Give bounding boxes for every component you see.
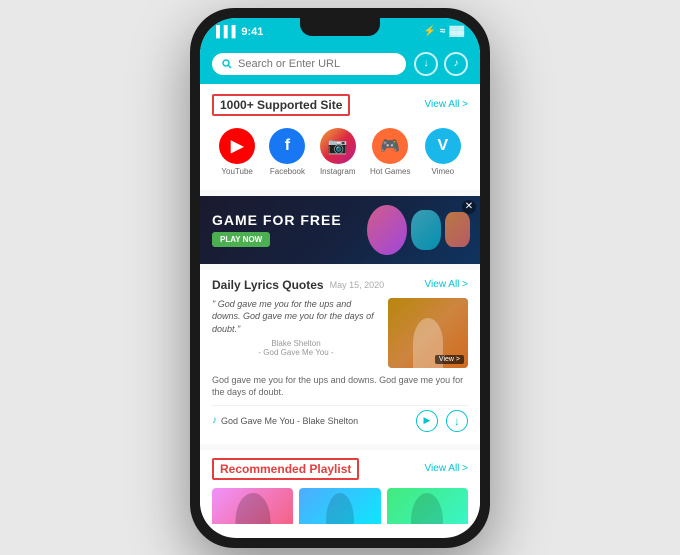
- phone-frame: ▌▌▌ 9:41 • • • ⚡ ≈ ▓▓ ↓ ♪: [190, 8, 490, 548]
- playlist-grid: Classical Meditation Indie Yoga The Happ…: [212, 488, 468, 524]
- instagram-label: Instagram: [320, 167, 356, 176]
- youtube-label: YouTube: [221, 167, 252, 176]
- playlist-thumb-1: [212, 488, 293, 524]
- supported-view-all[interactable]: View All >: [425, 99, 468, 110]
- song-actions: ▶ ↓: [416, 410, 468, 432]
- deco-shape-2: [411, 210, 441, 250]
- signal-icon: ▌▌▌: [216, 26, 239, 38]
- lyrics-artist: Blake Shelton: [212, 339, 380, 348]
- lyrics-description: God gave me you for the ups and downs. G…: [212, 374, 468, 399]
- recommended-title: Recommended Playlist: [212, 458, 359, 480]
- instagram-icon: 📷: [320, 128, 356, 164]
- main-content: 1000+ Supported Site View All > ▶ YouTub…: [200, 84, 480, 524]
- site-item-hotgames[interactable]: 🎮 Hot Games: [370, 128, 410, 176]
- site-item-vimeo[interactable]: V Vimeo: [425, 128, 461, 176]
- playlist-thumb-2: [299, 488, 380, 524]
- lyrics-title-area: Daily Lyrics Quotes May 15, 2020: [212, 278, 384, 292]
- facebook-icon: f: [269, 128, 305, 164]
- system-icons: ⚡ ≈ ▓▓: [423, 26, 464, 37]
- youtube-icon: ▶: [219, 128, 255, 164]
- supported-title: 1000+ Supported Site: [212, 94, 350, 116]
- recommended-view-all[interactable]: View All >: [425, 463, 468, 474]
- hotgames-label: Hot Games: [370, 167, 410, 176]
- time-display: 9:41: [241, 26, 263, 38]
- site-item-youtube[interactable]: ▶ YouTube: [219, 128, 255, 176]
- site-item-instagram[interactable]: 📷 Instagram: [320, 128, 356, 176]
- playlist-item-1[interactable]: Classical Meditation: [212, 488, 293, 524]
- meditation-figure: [235, 493, 270, 524]
- banner-content: GAME FOR FREE PLAY NOW: [212, 212, 342, 247]
- song-info: ♪ God Gave Me You - Blake Shelton: [212, 415, 358, 426]
- search-box[interactable]: [212, 53, 406, 75]
- deco-shape-3: [445, 212, 470, 247]
- pop-figure: [411, 493, 443, 524]
- lyrics-quote-text: " God gave me you for the ups and downs.…: [212, 298, 380, 336]
- search-icon: [222, 59, 232, 69]
- site-icons-grid: ▶ YouTube f Facebook 📷 Instagram 🎮 Hot G…: [212, 124, 468, 180]
- lyrics-section-title: Daily Lyrics Quotes: [212, 278, 324, 292]
- search-area: ↓ ♪: [200, 46, 480, 84]
- search-input[interactable]: [238, 58, 396, 70]
- supported-sites-section: 1000+ Supported Site View All > ▶ YouTub…: [200, 84, 480, 190]
- banner-ad[interactable]: GAME FOR FREE PLAY NOW ✕: [200, 196, 480, 264]
- lyrics-text: " God gave me you for the ups and downs.…: [212, 298, 380, 368]
- view-badge[interactable]: View >: [435, 355, 464, 364]
- play-button[interactable]: ▶: [416, 410, 438, 432]
- lyrics-song-attr: - God Gave Me You -: [212, 348, 380, 357]
- banner-decoration: [367, 196, 470, 264]
- playlist-thumb-3: [387, 488, 468, 524]
- hotgames-icon: 🎮: [372, 128, 408, 164]
- download-icon-btn[interactable]: ↓: [414, 52, 438, 76]
- download-button[interactable]: ↓: [446, 410, 468, 432]
- music-note-icon: ♪: [212, 415, 217, 426]
- bluetooth-icon: ⚡: [423, 26, 435, 37]
- lyrics-card: " God gave me you for the ups and downs.…: [212, 298, 468, 368]
- phone-screen: ▌▌▌ 9:41 • • • ⚡ ≈ ▓▓ ↓ ♪: [200, 18, 480, 538]
- deco-shape-1: [367, 205, 407, 255]
- supported-header: 1000+ Supported Site View All >: [212, 94, 468, 116]
- battery-icon: ▓▓: [449, 26, 464, 37]
- play-now-button[interactable]: PLAY NOW: [212, 232, 270, 247]
- vimeo-icon: V: [425, 128, 461, 164]
- lyrics-date: May 15, 2020: [330, 280, 385, 290]
- vimeo-label: Vimeo: [432, 167, 455, 176]
- wifi-icon: ≈: [440, 26, 446, 37]
- song-full-title: God Gave Me You - Blake Shelton: [221, 416, 358, 426]
- signal-area: ▌▌▌ 9:41: [216, 26, 263, 38]
- lyrics-section: Daily Lyrics Quotes May 15, 2020 View Al…: [200, 270, 480, 444]
- recommended-section: Recommended Playlist View All > Classica…: [200, 450, 480, 524]
- banner-title: GAME FOR FREE: [212, 212, 342, 228]
- lyrics-view-all[interactable]: View All >: [425, 279, 468, 290]
- lyrics-image: View >: [388, 298, 468, 368]
- notch: [300, 18, 380, 36]
- lyrics-header: Daily Lyrics Quotes May 15, 2020 View Al…: [212, 278, 468, 292]
- action-icons: ↓ ♪: [414, 52, 468, 76]
- song-row: ♪ God Gave Me You - Blake Shelton ▶ ↓: [212, 405, 468, 436]
- facebook-label: Facebook: [270, 167, 305, 176]
- recommended-header: Recommended Playlist View All >: [212, 458, 468, 480]
- playlist-item-3[interactable]: The Happiest Pop: [387, 488, 468, 524]
- yoga-figure: [326, 493, 354, 524]
- site-item-facebook[interactable]: f Facebook: [269, 128, 305, 176]
- playlist-item-2[interactable]: Indie Yoga: [299, 488, 380, 524]
- music-icon-btn[interactable]: ♪: [444, 52, 468, 76]
